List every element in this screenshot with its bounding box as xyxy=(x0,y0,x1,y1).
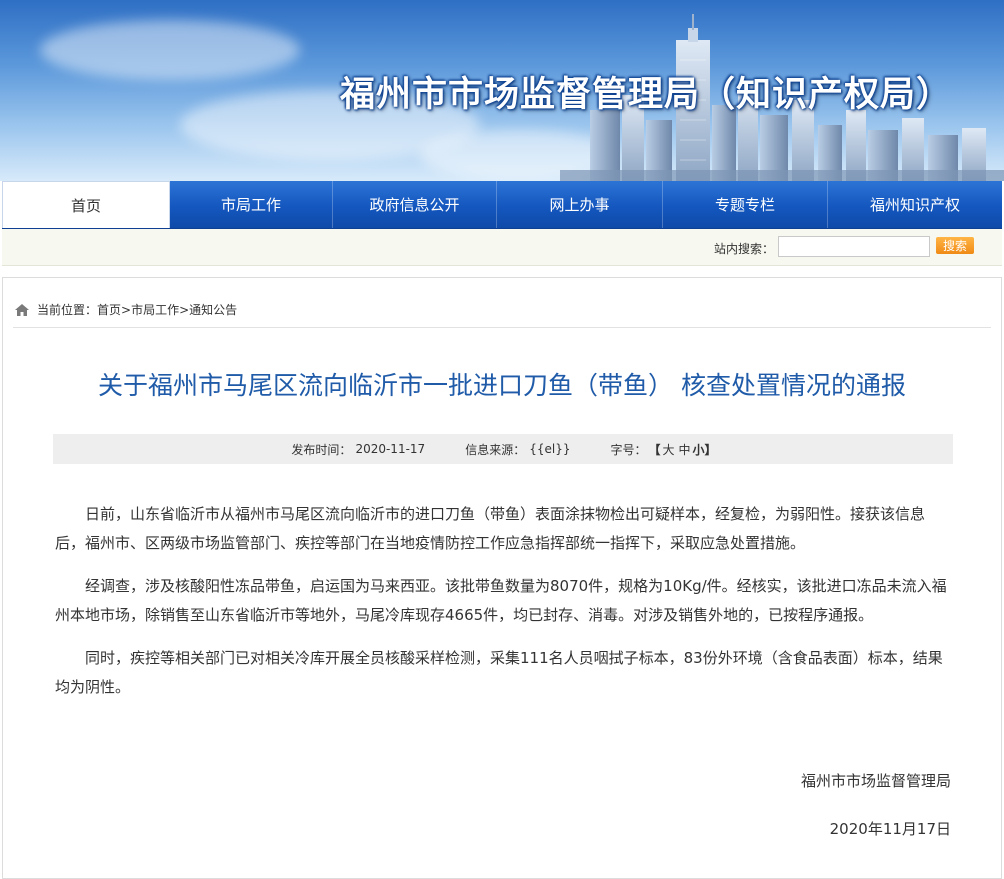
nav-item-special-topics[interactable]: 专题专栏 xyxy=(663,181,828,228)
breadcrumb-separator: > xyxy=(121,302,132,317)
article-paragraph: 经调查，涉及核酸阳性冻品带鱼，启运国为马来西亚。该批带鱼数量为8070件，规格为… xyxy=(55,577,947,624)
nav-item-online-services[interactable]: 网上办事 xyxy=(497,181,663,228)
font-size-bracket-close: 】 xyxy=(704,442,717,457)
header-banner: 福州市市场监督管理局（知识产权局） xyxy=(0,0,1004,181)
divider xyxy=(13,327,991,328)
breadcrumb-notices-link[interactable]: 通知公告 xyxy=(189,301,237,318)
article-sign-date: 2020年11月17日 xyxy=(829,820,951,838)
search-bar: 站内搜索： 搜索 xyxy=(2,229,1002,266)
source-label: 信息来源： xyxy=(465,442,526,457)
article-body: 日前，山东省临沂市从福州市马尾区流向临沂市的进口刀鱼（带鱼）表面涂抹物检出可疑样… xyxy=(55,500,951,716)
breadcrumb-bureau-work-link[interactable]: 市局工作 xyxy=(131,301,179,318)
main-nav: 首页 市局工作 政府信息公开 网上办事 专题专栏 福州知识产权 xyxy=(2,181,1002,229)
font-size-large-link[interactable]: 大 xyxy=(663,441,675,458)
publish-date-label: 发布时间： xyxy=(291,442,352,457)
home-icon xyxy=(15,303,29,316)
cloud-decoration xyxy=(40,20,300,80)
article-paragraph: 日前，山东省临沂市从福州市马尾区流向临沂市的进口刀鱼（带鱼）表面涂抹物检出可疑样… xyxy=(55,505,926,552)
nav-item-ip[interactable]: 福州知识产权 xyxy=(828,181,1002,228)
article-paragraph: 同时，疾控等相关部门已对相关冷库开展全员核酸采样检测，采集111名人员咽拭子标本… xyxy=(55,649,943,696)
search-input[interactable] xyxy=(778,236,930,257)
search-button[interactable]: 搜索 xyxy=(936,237,974,254)
source-value: {{el}} xyxy=(529,442,571,456)
nav-item-home[interactable]: 首页 xyxy=(2,181,170,228)
breadcrumb-prefix: 当前位置： xyxy=(37,303,98,317)
breadcrumb-home-link[interactable]: 首页 xyxy=(97,301,121,318)
search-label: 站内搜索： xyxy=(714,242,775,256)
nav-item-bureau-work[interactable]: 市局工作 xyxy=(170,181,333,228)
font-size-small-link[interactable]: 小 xyxy=(693,441,705,458)
publish-date: 2020-11-17 xyxy=(355,442,426,456)
article-signature: 福州市市场监督管理局 xyxy=(800,772,951,790)
article-title: 关于福州市马尾区流向临沂市一批进口刀鱼（带鱼） 核查处置情况的通报 xyxy=(98,371,906,400)
font-size-label: 字号： xyxy=(610,442,647,457)
font-size-bracket-open: 【 xyxy=(648,442,661,457)
site-title: 福州市市场监督管理局（知识产权局） xyxy=(340,75,953,115)
breadcrumb-separator: > xyxy=(179,302,190,317)
nav-item-gov-info[interactable]: 政府信息公开 xyxy=(333,181,497,228)
font-size-medium-link[interactable]: 中 xyxy=(679,441,691,458)
article-container: 当前位置： 首页 > 市局工作 > 通知公告 关于福州市马尾区流向临沂市一批进口… xyxy=(2,277,1002,879)
breadcrumb: 当前位置： 首页 > 市局工作 > 通知公告 xyxy=(15,301,237,318)
article-meta: 发布时间： 2020-11-17 信息来源： {{el}} 字号： 【 大 中 … xyxy=(53,434,953,464)
